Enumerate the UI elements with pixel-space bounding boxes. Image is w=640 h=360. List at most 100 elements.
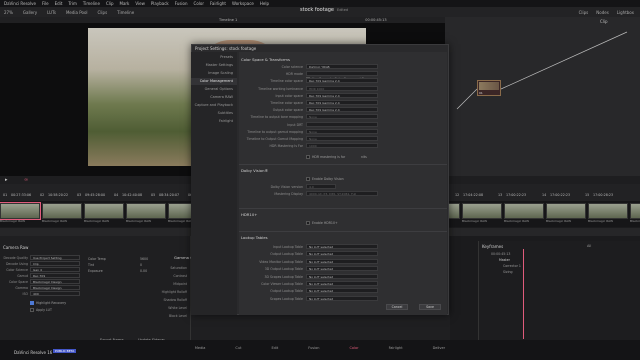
toolbar-gallery[interactable]: Gallery bbox=[23, 10, 37, 15]
keyframes-row-corrector[interactable]: Corrector 1 bbox=[503, 264, 521, 268]
clip-image bbox=[630, 203, 640, 219]
color-space-row-label: Timeline color space bbox=[270, 101, 303, 105]
menu-item-edit[interactable]: Edit bbox=[55, 1, 63, 6]
keyframes-row-sizing[interactable]: Sizing bbox=[503, 270, 513, 274]
enable-dolby-checkbox[interactable] bbox=[306, 177, 310, 181]
menu-item-timeline[interactable]: Timeline bbox=[83, 1, 100, 6]
page-tab-fusion[interactable]: Fusion bbox=[308, 346, 319, 360]
keyframes-playhead[interactable] bbox=[523, 249, 524, 339]
clip-thumbnail[interactable]: Blackmagic RAW bbox=[462, 203, 502, 227]
clip-thumbnail[interactable]: Blackmagic RAW bbox=[546, 203, 586, 227]
menu-item-trim[interactable]: Trim bbox=[68, 1, 77, 6]
camera-raw-dropdown[interactable]: Blackmagic Design bbox=[30, 279, 80, 284]
camera-raw-dropdown[interactable]: Gen 4 bbox=[30, 267, 80, 272]
hdr-mastering-checkbox[interactable] bbox=[306, 155, 310, 159]
page-tab-fairlight[interactable]: Fairlight bbox=[389, 346, 403, 360]
clip-timecode: 09:45:28:00 bbox=[85, 193, 106, 197]
menu-item-fairlight[interactable]: Fairlight bbox=[210, 1, 226, 6]
camera-raw-dropdown[interactable]: Use Project Setting bbox=[30, 255, 80, 260]
settings-nav-item[interactable]: Fairlight bbox=[191, 118, 237, 125]
clip-thumbnail[interactable]: Blackmagic RAW bbox=[588, 203, 628, 227]
cancel-button[interactable]: Cancel bbox=[386, 304, 408, 310]
page-tab-deliver[interactable]: Deliver bbox=[433, 346, 445, 360]
menu-item-help[interactable]: Help bbox=[260, 1, 269, 6]
color-space-row-dropdown[interactable]: Rec.709 Gamma 2.4 bbox=[306, 92, 378, 98]
mastering-display-dropdown[interactable]: 4000-nit, P3, D65, ST.2084, Full bbox=[306, 191, 378, 196]
menu-item-file[interactable]: File bbox=[42, 1, 49, 6]
clip-thumbnail[interactable]: Blackmagic RAW bbox=[84, 203, 124, 227]
settings-nav-item[interactable]: Subtitles bbox=[191, 110, 237, 117]
settings-nav-item[interactable]: Camera RAW bbox=[191, 94, 237, 101]
loop-icon[interactable]: ∞ bbox=[24, 177, 28, 183]
toolbar-timeline[interactable]: Timeline bbox=[117, 10, 134, 15]
lut-row-dropdown[interactable]: No LUT selected bbox=[306, 295, 378, 301]
page-tab-color[interactable]: Color bbox=[349, 346, 358, 360]
color-space-row-dropdown[interactable]: Rec.709 Gamma 2.4 bbox=[306, 100, 378, 105]
color-space-row-dropdown[interactable]: None bbox=[306, 136, 378, 141]
color-space-row-dropdown[interactable] bbox=[306, 71, 378, 77]
clip-thumbnail[interactable]: Blackmagic RAW bbox=[504, 203, 544, 227]
menu-item-color[interactable]: Color bbox=[194, 1, 204, 6]
zoom-level[interactable]: 27% bbox=[4, 10, 13, 15]
dolby-version-dropdown[interactable]: 4.0 bbox=[306, 184, 336, 189]
page-tab-edit[interactable]: Edit bbox=[271, 346, 278, 360]
enable-hdr10-checkbox[interactable] bbox=[306, 221, 310, 225]
clip-image bbox=[462, 203, 502, 219]
menu-item-mark[interactable]: Mark bbox=[120, 1, 130, 6]
clip-thumbnail[interactable]: Blackmagic RAW bbox=[126, 203, 166, 227]
toolbar-media-pool[interactable]: Media Pool bbox=[66, 10, 88, 15]
camera-raw-dropdown[interactable]: Blackmagic Design bbox=[30, 285, 80, 290]
lut-row-dropdown[interactable]: No LUT selected bbox=[306, 258, 378, 264]
camera-raw-checkbox[interactable] bbox=[30, 308, 34, 312]
settings-nav-item[interactable]: Image Scaling bbox=[191, 70, 237, 77]
camera-raw-dropdown[interactable]: 400 bbox=[30, 291, 80, 296]
clip-thumbnail[interactable]: Blackmagic RAW bbox=[0, 202, 41, 227]
keyframes-master[interactable]: Master bbox=[499, 258, 510, 262]
keyframes-filter[interactable]: All bbox=[587, 244, 591, 248]
menu-item-workspace[interactable]: Workspace bbox=[232, 1, 254, 6]
color-space-row-dropdown[interactable]: Rec.709 Gamma 2.4 bbox=[306, 107, 378, 113]
lut-row-dropdown[interactable]: No LUT selected bbox=[306, 244, 378, 249]
menu-item-clip[interactable]: Clip bbox=[106, 1, 114, 6]
menu-item-fusion[interactable]: Fusion bbox=[175, 1, 188, 6]
settings-nav-item[interactable]: Color Management bbox=[191, 78, 237, 85]
color-space-row-dropdown[interactable]: None bbox=[306, 128, 378, 134]
settings-nav-item[interactable]: Master Settings bbox=[191, 62, 237, 69]
lut-row-dropdown[interactable]: No LUT selected bbox=[306, 251, 378, 257]
lut-row-dropdown[interactable]: No LUT selected bbox=[306, 281, 378, 286]
clip-image bbox=[504, 203, 544, 219]
color-space-row-dropdown[interactable]: Rec.709 Gamma 2.4 bbox=[306, 78, 378, 84]
page-tab-media[interactable]: Media bbox=[195, 346, 206, 360]
play-icon[interactable]: ▸ bbox=[5, 177, 8, 183]
lightbox-toggle[interactable]: Lightbox bbox=[617, 10, 634, 15]
timeline-name[interactable]: Timeline 1 bbox=[219, 18, 237, 22]
nodes-toggle[interactable]: Nodes bbox=[596, 10, 609, 15]
settings-nav-item[interactable]: Presets bbox=[191, 54, 237, 61]
color-space-row-dropdown[interactable]: HDR 1000 bbox=[306, 85, 378, 91]
clip-number: 01 bbox=[3, 193, 8, 197]
color-space-row-dropdown[interactable]: 1000 bbox=[306, 143, 378, 149]
color-space-row-dropdown[interactable] bbox=[306, 121, 378, 127]
toolbar-clips[interactable]: Clips bbox=[98, 10, 108, 15]
color-space-row-dropdown[interactable]: None bbox=[306, 114, 378, 120]
lut-row-dropdown[interactable]: No LUT selected bbox=[306, 273, 378, 279]
camera-raw-param-value[interactable]: 5600 bbox=[140, 257, 148, 261]
menu-item-playback[interactable]: Playback bbox=[151, 1, 169, 6]
clips-toggle[interactable]: Clips bbox=[579, 10, 589, 15]
camera-raw-checkbox[interactable] bbox=[30, 301, 34, 305]
color-space-row-dropdown[interactable]: DaVinci YRGB bbox=[306, 64, 378, 69]
camera-raw-dropdown[interactable]: Clip bbox=[30, 261, 80, 266]
settings-nav-item[interactable]: General Options bbox=[191, 86, 237, 93]
menu-item-view[interactable]: View bbox=[135, 1, 145, 6]
lut-row-dropdown[interactable]: No LUT selected bbox=[306, 266, 378, 272]
settings-nav-item[interactable]: Capture and Playback bbox=[191, 102, 237, 109]
beta-badge: PUBLIC BETA bbox=[53, 349, 77, 353]
clip-thumbnail[interactable]: Blackmagic RAW bbox=[42, 203, 82, 227]
toolbar-luts[interactable]: LUTs bbox=[47, 10, 56, 15]
clip-thumbnail[interactable]: Blackmagic RAW bbox=[630, 203, 640, 227]
camera-raw-dropdown[interactable]: Rec.709 bbox=[30, 273, 80, 278]
page-tab-cut[interactable]: Cut bbox=[235, 346, 241, 360]
clip-image bbox=[126, 203, 166, 219]
lut-row-dropdown[interactable]: No LUT selected bbox=[306, 288, 378, 294]
save-button[interactable]: Save bbox=[419, 304, 441, 310]
